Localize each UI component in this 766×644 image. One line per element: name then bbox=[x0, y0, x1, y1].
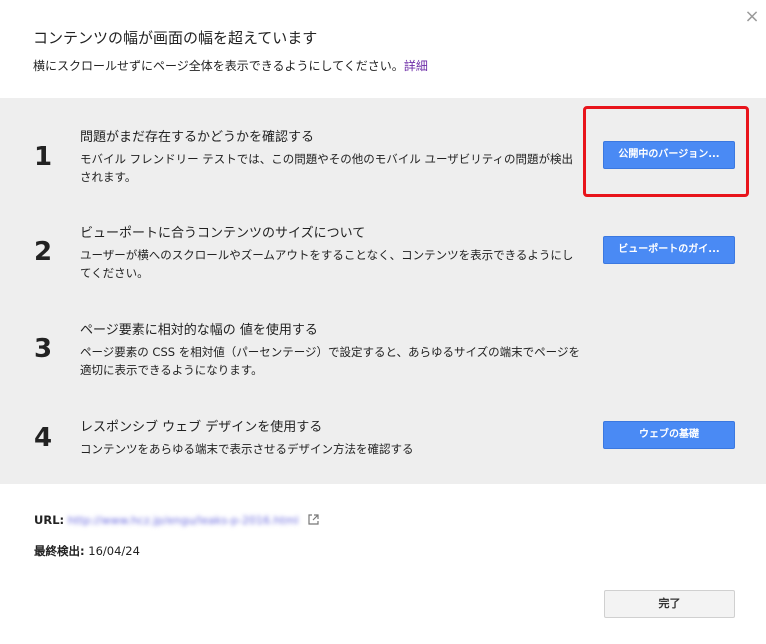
last-detected-row: 最終検出: 16/04/24 bbox=[34, 543, 140, 559]
subtitle-text: 横にスクロールせずにページ全体を表示できるようにしてください。 bbox=[33, 59, 404, 73]
last-detected-label: 最終検出: bbox=[34, 544, 85, 558]
step-description: モバイル フレンドリー テストでは、この問題やその他のモバイル ユーザビリティの… bbox=[80, 152, 574, 184]
web-fundamentals-button[interactable]: ウェブの基礎 bbox=[603, 421, 735, 449]
url-label: URL: bbox=[34, 513, 65, 527]
step-title: ビューポートに合うコンテンツのサイズについて bbox=[80, 226, 366, 241]
step-number: 3 bbox=[34, 334, 53, 364]
close-icon[interactable]: × bbox=[744, 8, 760, 26]
dialog-subtitle: 横にスクロールせずにページ全体を表示できるようにしてください。詳細 bbox=[33, 57, 428, 74]
viewport-guide-button[interactable]: ビューポートのガイ... bbox=[603, 236, 735, 264]
done-button[interactable]: 完了 bbox=[604, 590, 735, 618]
step-number: 2 bbox=[34, 237, 53, 267]
last-detected-value: 16/04/24 bbox=[88, 544, 140, 558]
external-link-icon[interactable] bbox=[308, 513, 319, 528]
details-link[interactable]: 詳細 bbox=[404, 59, 428, 73]
step-description: ページ要素の CSS を相対値（パーセンテージ）で設定すると、あらゆるサイズの端… bbox=[80, 345, 580, 377]
step-title: ページ要素に相対的な幅の 値を使用する bbox=[80, 323, 318, 338]
dialog-title: コンテンツの幅が画面の幅を超えています bbox=[33, 29, 318, 47]
step-title: 問題がまだ存在するかどうかを確認する bbox=[80, 130, 315, 145]
step-description: コンテンツをあらゆる端末で表示させるデザイン方法を確認する bbox=[80, 442, 414, 456]
url-row: URL: http://www.hcz.jp/engu/leaks-p-2016… bbox=[34, 513, 319, 528]
highlight-box bbox=[583, 106, 749, 197]
step-number: 4 bbox=[34, 423, 53, 453]
step-title: レスポンシブ ウェブ デザインを使用する bbox=[80, 420, 323, 435]
step-number: 1 bbox=[34, 142, 53, 172]
step-description: ユーザーが横へのスクロールやズームアウトをすることなく、コンテンツを表示できるよ… bbox=[80, 248, 574, 280]
url-link[interactable]: http://www.hcz.jp/engu/leaks-p-2016.html bbox=[68, 514, 299, 527]
